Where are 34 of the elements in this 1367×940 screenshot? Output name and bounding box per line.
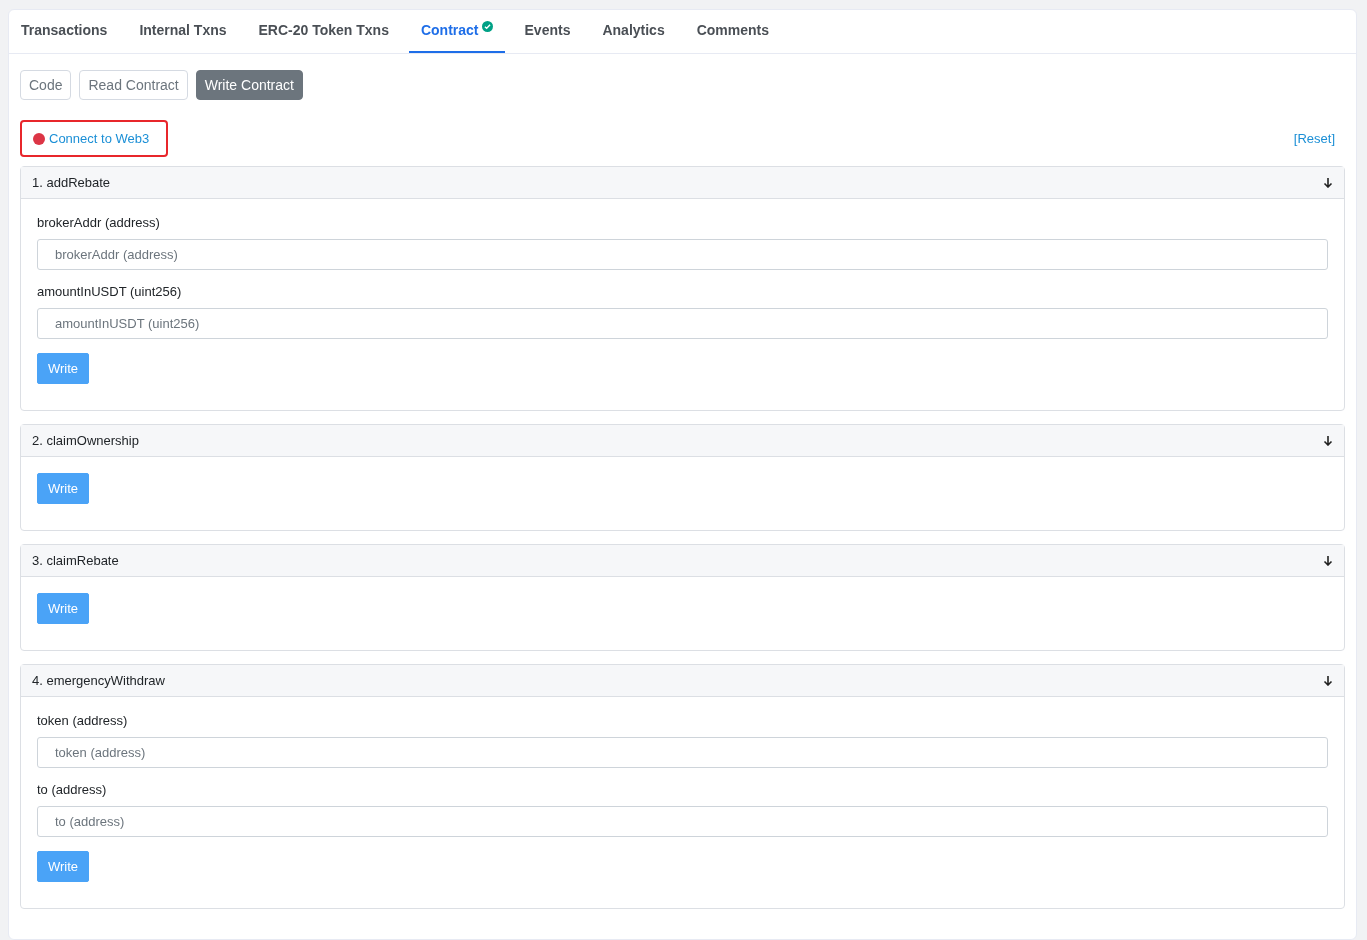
tab[interactable]: Analytics — [590, 10, 677, 53]
input-label: brokerAddr (address) — [37, 215, 160, 230]
tab[interactable]: Comments — [684, 10, 782, 53]
function-title: 2. claimOwnership — [32, 433, 139, 448]
tab[interactable]: Internal Txns — [127, 10, 239, 53]
sub-tab-button[interactable]: Write Contract — [195, 70, 303, 100]
connect-web3-link[interactable]: Connect to Web3 — [20, 120, 169, 157]
input-label: to (address) — [37, 782, 107, 797]
tab[interactable]: Transactions — [9, 10, 120, 53]
down-arrow-icon — [1323, 435, 1333, 446]
tab[interactable]: Contract — [408, 10, 505, 53]
function-header[interactable]: 4. emergencyWithdraw — [21, 665, 1344, 697]
input-field[interactable]: to (address) — [37, 806, 1328, 837]
function-title: 3. claimRebate — [32, 553, 119, 568]
function-title: 1. addRebate — [32, 175, 111, 190]
input-field[interactable]: token (address) — [37, 737, 1328, 768]
input-field[interactable]: amountInUSDT (uint256) — [37, 308, 1328, 339]
input-label: token (address) — [37, 713, 128, 728]
function-header[interactable]: 1. addRebate — [21, 167, 1344, 199]
sub-tab-button[interactable]: Code — [20, 70, 72, 100]
down-arrow-icon — [1323, 675, 1333, 686]
function-title: 4. emergencyWithdraw — [32, 673, 165, 688]
down-arrow-icon — [1323, 177, 1333, 188]
function-header[interactable]: 3. claimRebate — [21, 545, 1344, 577]
down-arrow-icon — [1323, 555, 1333, 566]
input-field[interactable]: brokerAddr (address) — [37, 239, 1328, 270]
function-header[interactable]: 2. claimOwnership — [21, 425, 1344, 457]
input-label: amountInUSDT (uint256) — [37, 284, 182, 299]
tab[interactable]: Events — [512, 10, 583, 53]
sub-tab-button[interactable]: Read Contract — [79, 70, 188, 100]
tab[interactable]: ERC-20 Token Txns — [246, 10, 401, 53]
verified-check-icon — [481, 21, 493, 32]
connect-label: Connect to Web3 — [49, 131, 150, 146]
reset-link[interactable]: [Reset] — [1293, 131, 1335, 146]
